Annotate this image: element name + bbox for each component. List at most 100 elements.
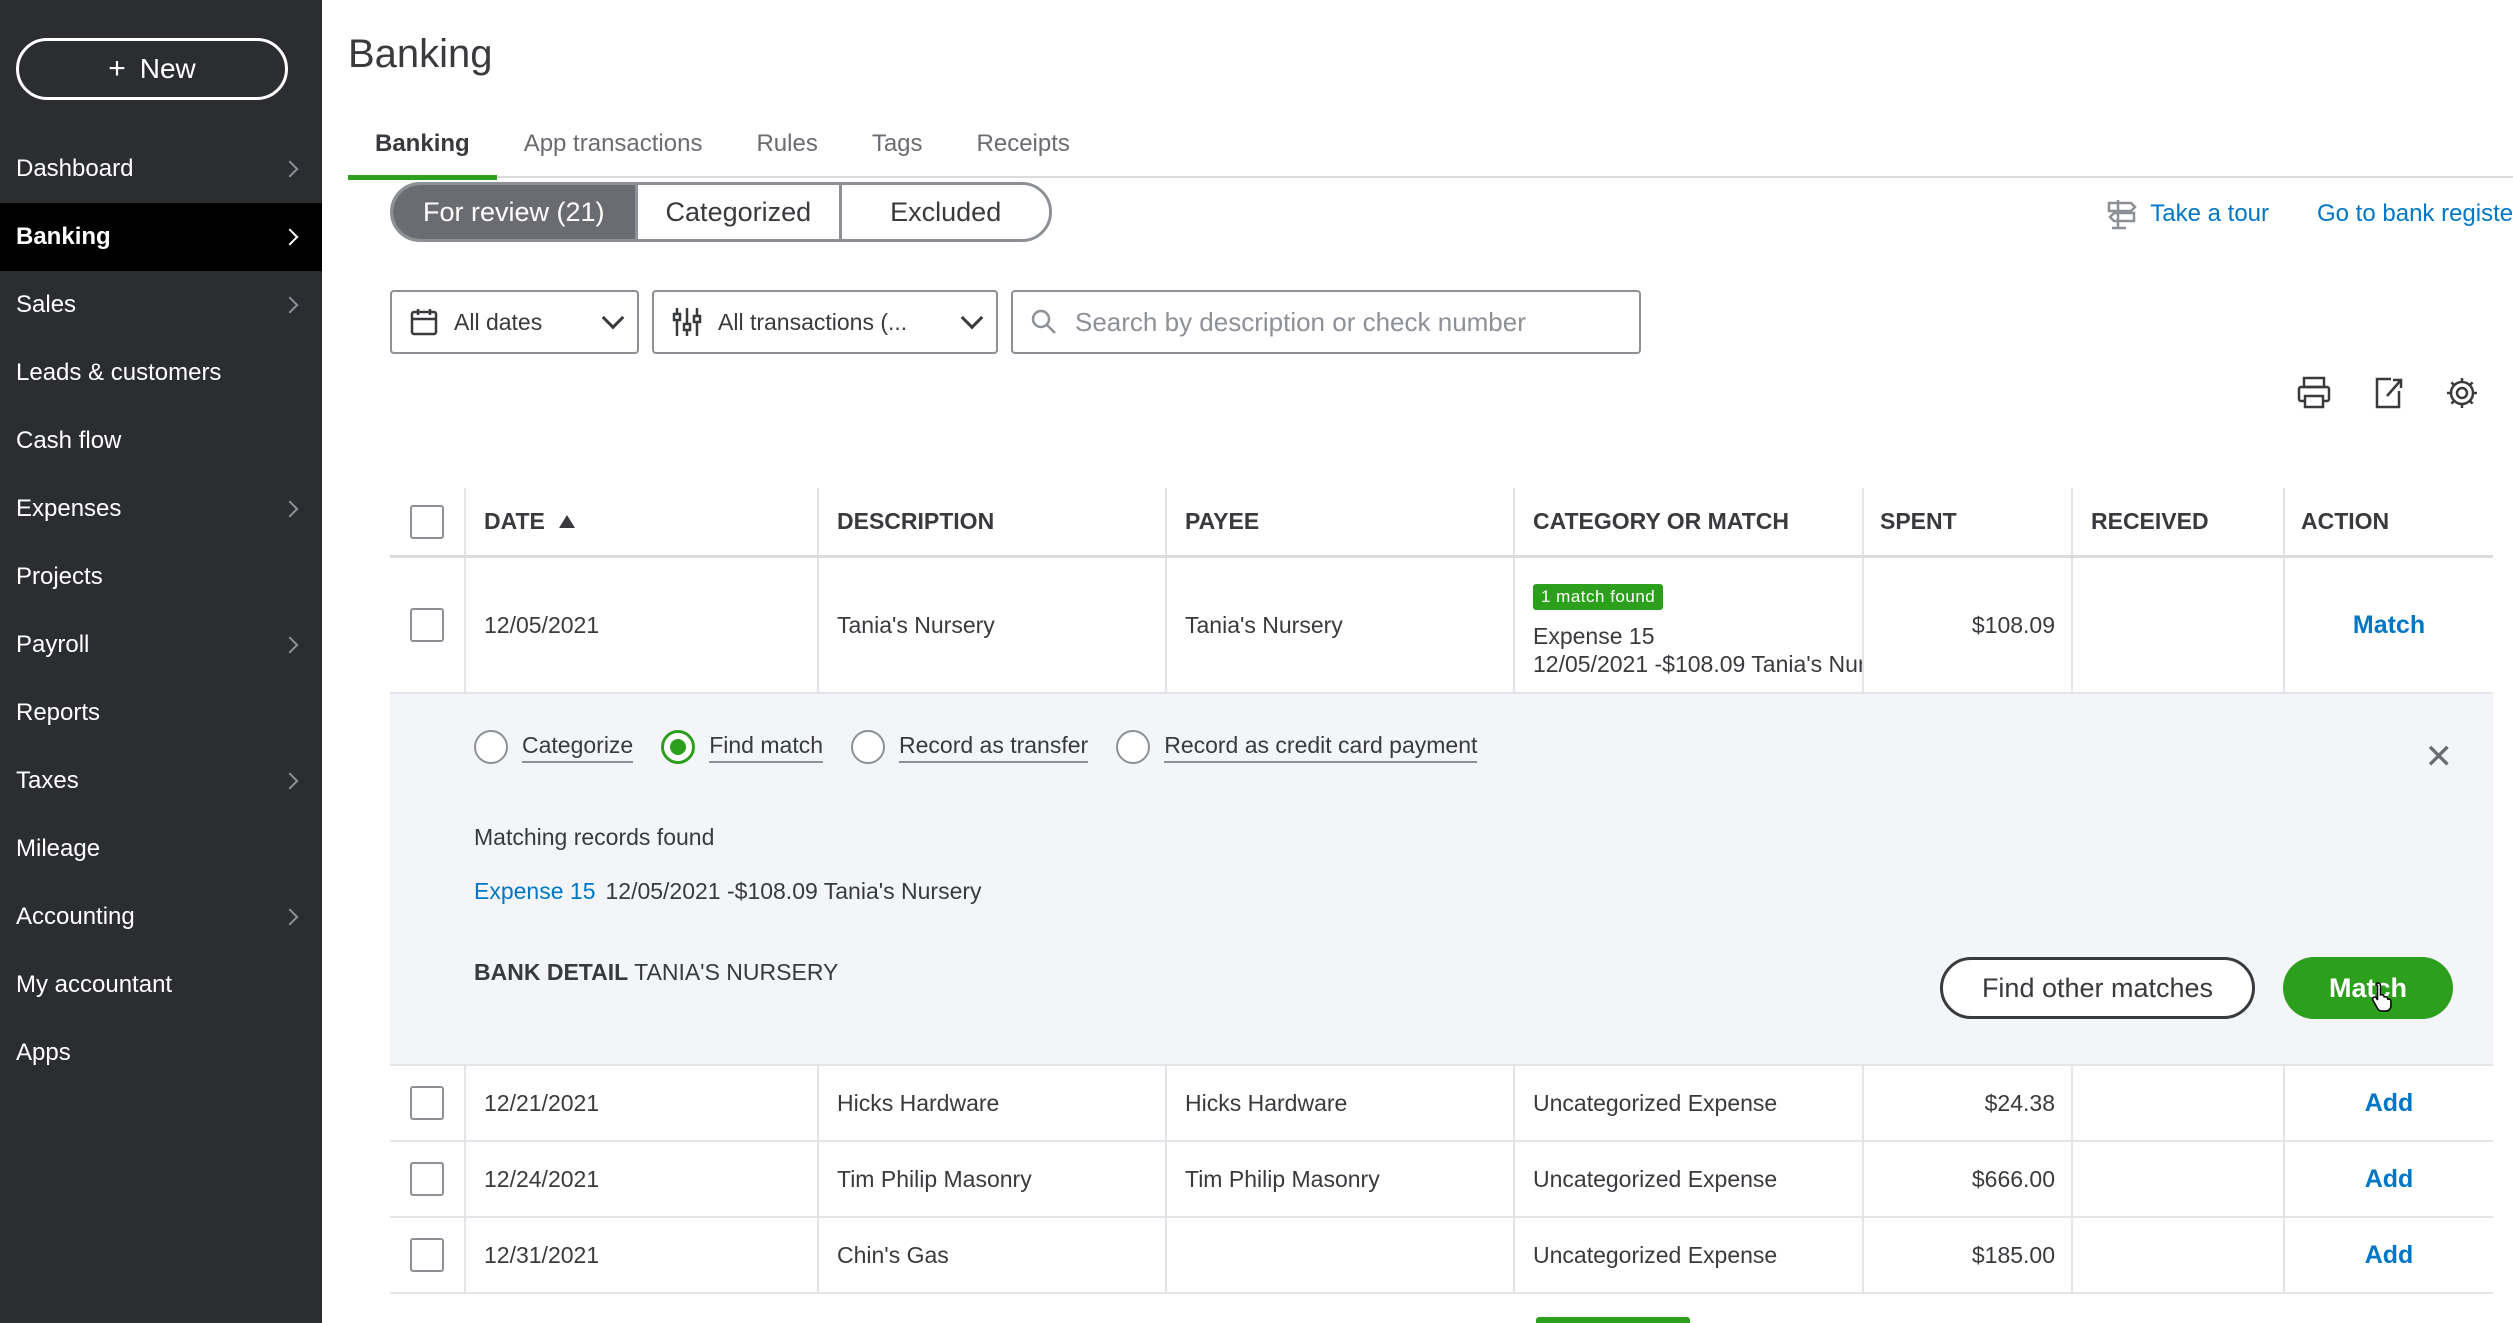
transaction-filter-dropdown[interactable]: All transactions (... [652, 290, 998, 354]
new-button[interactable]: + New [16, 38, 288, 100]
sidebar-item-projects[interactable]: Projects [0, 543, 322, 611]
row-checkbox[interactable] [410, 1238, 444, 1272]
sidebar-item-payroll[interactable]: Payroll [0, 611, 322, 679]
tab-tags[interactable]: Tags [845, 120, 950, 178]
table-row[interactable]: 12/24/2021 Tim Philip Masonry Tim Philip… [390, 1142, 2493, 1218]
chevron-right-icon [281, 500, 299, 518]
row-checkbox[interactable] [410, 608, 444, 642]
bank-detail-label: BANK DETAIL [474, 959, 629, 985]
cell-payee: Tim Philip Masonry [1167, 1142, 1515, 1216]
excluded-button[interactable]: Excluded [842, 185, 1050, 239]
radio-record-transfer[interactable]: Record as transfer [851, 730, 1089, 764]
radio-button[interactable] [851, 730, 885, 764]
row-checkbox[interactable] [410, 1086, 444, 1120]
match-found-badge: 1 match found [1533, 584, 1664, 610]
sidebar-item-label: Dashboard [16, 155, 134, 182]
categorized-button[interactable]: Categorized [637, 185, 843, 239]
sidebar-item-label: Projects [16, 563, 103, 590]
cell-date: 12/24/2021 [466, 1142, 819, 1216]
chevron-right-icon [281, 636, 299, 654]
sidebar-item-label: Apps [16, 1039, 71, 1066]
radio-categorize[interactable]: Categorize [474, 730, 634, 764]
match-line-1: Expense 15 [1533, 623, 1655, 649]
take-tour-label: Take a tour [2150, 200, 2269, 227]
sidebar-item-accounting[interactable]: Accounting [0, 883, 322, 951]
print-icon[interactable] [2295, 374, 2333, 417]
tab-receipts[interactable]: Receipts [950, 120, 1097, 178]
radio-button[interactable] [1116, 730, 1151, 764]
add-action-link[interactable]: Add [2365, 1241, 2414, 1270]
top-links: Take a tour Go to bank register [2104, 196, 2513, 232]
cell-category: Uncategorized Expense [1515, 1218, 1864, 1292]
match-button[interactable]: Match [2283, 957, 2453, 1019]
sidebar-item-mileage[interactable]: Mileage [0, 815, 322, 883]
bank-register-link[interactable]: Go to bank register [2317, 200, 2513, 228]
search-input[interactable]: Search by description or check number [1011, 290, 1641, 354]
for-review-button[interactable]: For review (21) [393, 185, 638, 239]
cell-action: Match [2285, 558, 2493, 692]
cell-date: 12/05/2021 [466, 558, 819, 692]
header-date[interactable]: DATE [466, 488, 819, 555]
sidebar-item-label: Expenses [16, 495, 122, 522]
cell-category-match: 1 match found Expense 15 12/05/2021 -$10… [1515, 558, 1864, 692]
sidebar-item-apps[interactable]: Apps [0, 1019, 322, 1087]
sidebar-item-label: Reports [16, 699, 101, 726]
transaction-filter-value: All transactions (... [718, 308, 908, 335]
table-tools [2295, 374, 2481, 417]
sidebar-item-label: Mileage [16, 835, 101, 862]
sidebar-item-leads-customers[interactable]: Leads & customers [0, 339, 322, 407]
sidebar-item-banking[interactable]: Banking [0, 203, 322, 271]
table-header: DATE DESCRIPTION PAYEE CATEGORY OR MATCH… [390, 488, 2493, 558]
cell-payee [1167, 1218, 1515, 1292]
tab-banking[interactable]: Banking [348, 120, 497, 180]
cell-received [2073, 1218, 2285, 1292]
table-row[interactable]: 12/31/2021 Chin's Gas Uncategorized Expe… [390, 1218, 2493, 1294]
cell-category: Uncategorized Expense [1515, 1142, 1864, 1216]
sidebar-item-reports[interactable]: Reports [0, 679, 322, 747]
take-tour-link[interactable]: Take a tour [2104, 196, 2269, 232]
radio-label: Find match [709, 732, 823, 763]
radio-credit-card-payment[interactable]: Record as credit card payment [1116, 730, 1478, 764]
sidebar-item-dashboard[interactable]: Dashboard [0, 135, 322, 203]
table-row[interactable]: 12/21/2021 Hicks Hardware Hicks Hardware… [390, 1066, 2493, 1142]
sidebar-item-my-accountant[interactable]: My accountant [0, 951, 322, 1019]
radio-label: Categorize [522, 732, 634, 763]
plus-icon: + [108, 52, 126, 85]
expense-link[interactable]: Expense 15 [474, 878, 595, 904]
row-checkbox[interactable] [410, 1162, 444, 1196]
sidebar-item-cash-flow[interactable]: Cash flow [0, 407, 322, 475]
tab-app-transactions[interactable]: App transactions [497, 120, 730, 178]
radio-find-match[interactable]: Find match [661, 730, 823, 764]
chevron-right-icon [281, 160, 299, 178]
date-filter-dropdown[interactable]: All dates [390, 290, 639, 354]
add-action-link[interactable]: Add [2365, 1165, 2414, 1194]
add-action-link[interactable]: Add [2365, 1089, 2414, 1118]
header-received: RECEIVED [2073, 488, 2285, 555]
sidebar-item-sales[interactable]: Sales [0, 271, 322, 339]
select-all-checkbox[interactable] [410, 504, 444, 539]
cell-description: Hicks Hardware [819, 1066, 1167, 1140]
table-row-expanded[interactable]: 12/05/2021 Tania's Nursery Tania's Nurse… [390, 558, 2493, 694]
radio-label: Record as credit card payment [1164, 732, 1478, 763]
review-segment-control: For review (21) Categorized Excluded [390, 182, 1053, 242]
matching-records-title: Matching records found [474, 824, 715, 850]
radio-button[interactable] [474, 730, 508, 764]
sidebar-item-label: Payroll [16, 631, 90, 658]
radio-button-selected[interactable] [661, 730, 696, 764]
sidebar-item-label: Accounting [16, 903, 135, 930]
cell-spent: $24.38 [1864, 1066, 2073, 1140]
radio-label: Record as transfer [899, 732, 1089, 763]
gear-icon[interactable] [2443, 374, 2481, 417]
search-icon [1031, 309, 1056, 334]
export-icon[interactable] [2369, 374, 2407, 417]
sidebar-item-expenses[interactable]: Expenses [0, 475, 322, 543]
close-icon[interactable]: ✕ [2425, 740, 2454, 774]
row-checkbox-cell [390, 1066, 466, 1140]
match-action-link[interactable]: Match [2353, 611, 2425, 640]
signpost-icon [2108, 200, 2138, 230]
sidebar-item-taxes[interactable]: Taxes [0, 747, 322, 815]
cell-description: Tania's Nursery [819, 558, 1167, 692]
sliders-icon [672, 308, 702, 336]
tab-rules[interactable]: Rules [729, 120, 844, 178]
find-other-matches-button[interactable]: Find other matches [1940, 957, 2255, 1019]
